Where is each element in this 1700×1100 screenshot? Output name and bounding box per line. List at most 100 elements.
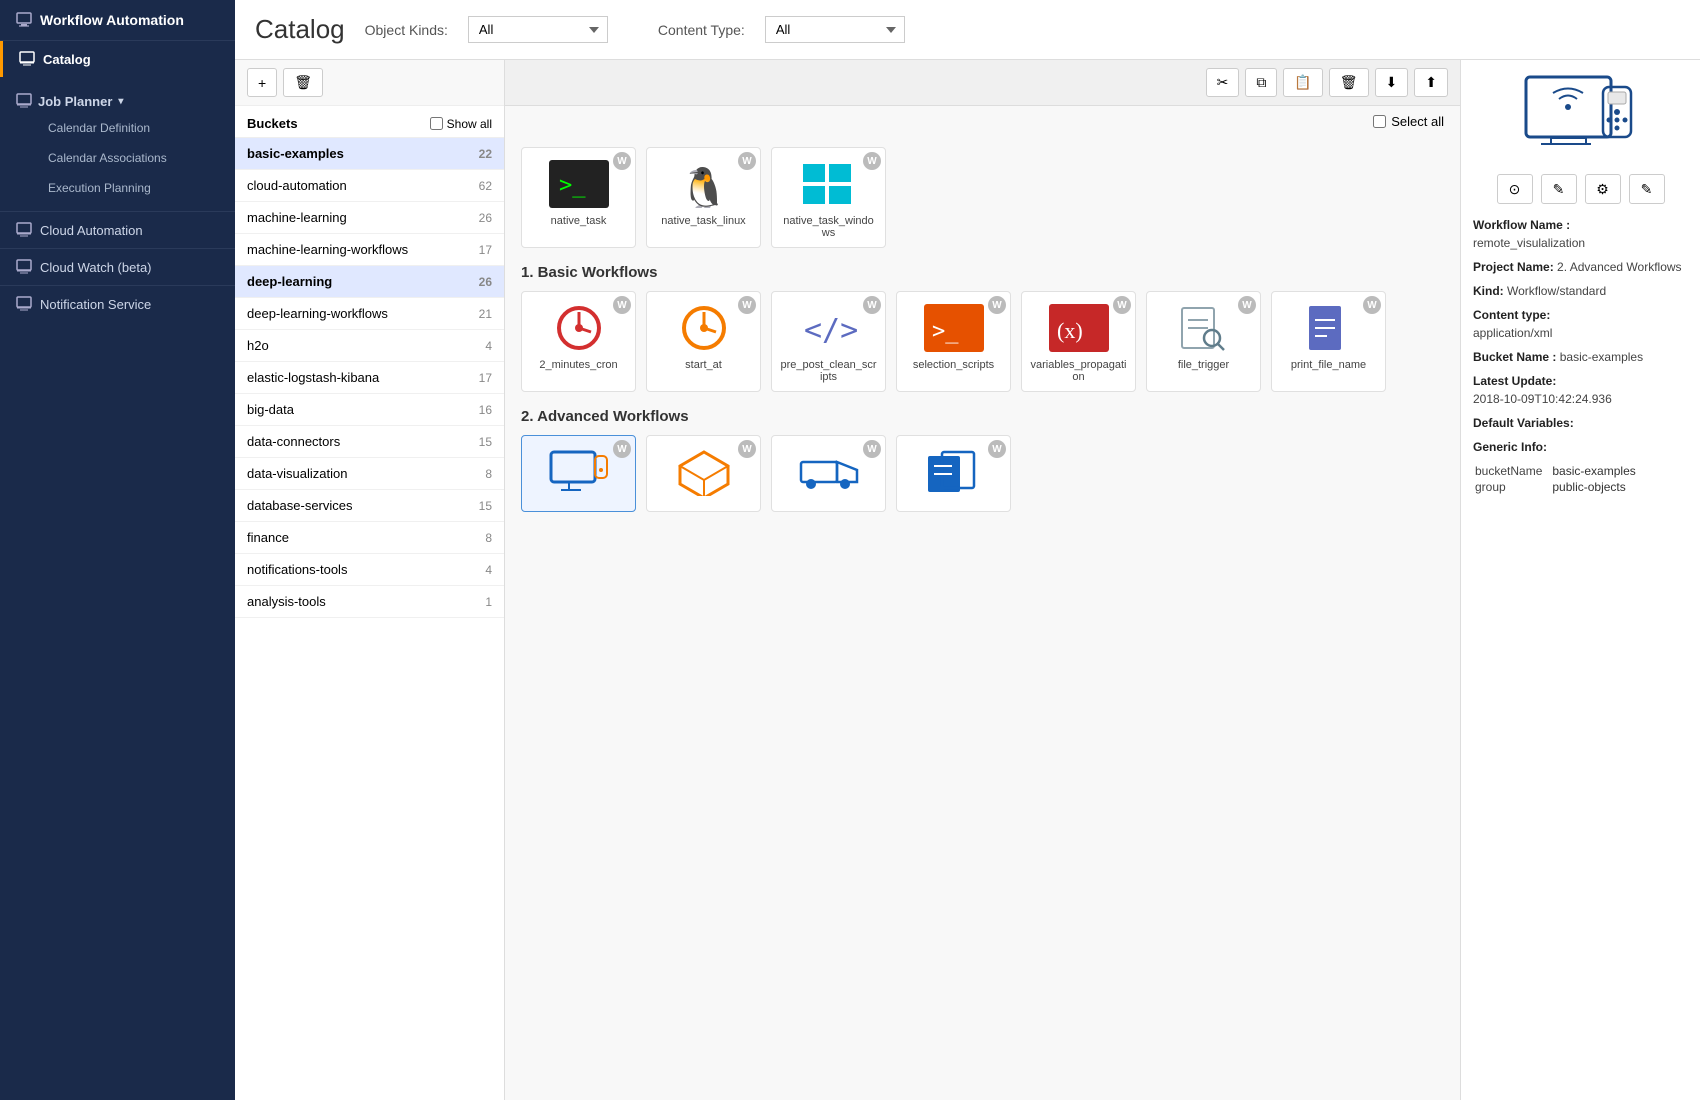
- cut-button[interactable]: ✂: [1206, 68, 1240, 97]
- notification-icon: [16, 296, 32, 312]
- buckets-title: Buckets: [247, 116, 298, 131]
- content-type-label: Content Type:: [658, 22, 745, 38]
- bucket-item[interactable]: notifications-tools4: [235, 554, 504, 586]
- detail-history-button[interactable]: ⊙: [1497, 174, 1533, 204]
- w-badge: W: [988, 296, 1006, 314]
- detail-edit-button[interactable]: ✎: [1541, 174, 1577, 204]
- add-bucket-button[interactable]: +: [247, 68, 277, 97]
- item-label: start_at: [685, 359, 722, 371]
- bucket-item[interactable]: h2o4: [235, 330, 504, 362]
- job-planner-label: Job Planner: [38, 94, 112, 109]
- w-badge: W: [988, 440, 1006, 458]
- item-label: native_task: [551, 215, 607, 227]
- copy-button[interactable]: ⧉: [1245, 68, 1277, 97]
- bucket-item[interactable]: database-services15: [235, 490, 504, 522]
- w-badge: W: [613, 440, 631, 458]
- item-icon: [794, 156, 864, 211]
- select-all-row: Select all: [505, 106, 1460, 137]
- section-1-title: 1. Basic Workflows: [521, 264, 1444, 281]
- w-badge: W: [613, 152, 631, 170]
- object-kinds-wrapper[interactable]: All Workflow Script: [468, 16, 608, 43]
- catalog-item[interactable]: W 🐧 native_task_linux: [646, 147, 761, 248]
- item-icon: (x): [1044, 300, 1114, 355]
- bucket-item[interactable]: cloud-automation62: [235, 170, 504, 202]
- item-icon: >_: [544, 156, 614, 211]
- w-badge: W: [738, 152, 756, 170]
- w-badge: W: [738, 296, 756, 314]
- catalog-panel: ✂ ⧉ 📋 🗑 ⬇ ⬆ Select all W >_ native_task …: [505, 60, 1460, 1100]
- section-1-grid: W 2_minutes_cron W start_at W </> pre_po…: [521, 291, 1444, 392]
- item-label: native_task_linux: [661, 215, 745, 227]
- bucket-item[interactable]: analysis-tools1: [235, 586, 504, 618]
- catalog-item[interactable]: W start_at: [646, 291, 761, 392]
- paste-button[interactable]: 📋: [1283, 68, 1322, 97]
- w-badge: W: [1363, 296, 1381, 314]
- catalog-icon: [19, 51, 35, 67]
- sidebar-item-execution-planning[interactable]: Execution Planning: [16, 173, 219, 203]
- bucket-item[interactable]: data-visualization8: [235, 458, 504, 490]
- bucket-item[interactable]: big-data16: [235, 394, 504, 426]
- catalog-item[interactable]: W native_task_windows: [771, 147, 886, 248]
- sidebar-item-cloud-watch[interactable]: Cloud Watch (beta): [0, 248, 235, 285]
- sidebar-item-notification-service[interactable]: Notification Service: [0, 285, 235, 322]
- detail-content-type: Content type: application/xml: [1473, 306, 1688, 342]
- main-area: Catalog Object Kinds: All Workflow Scrip…: [235, 0, 1700, 1100]
- content-type-select[interactable]: All application/xml text/x-groovy: [765, 16, 905, 43]
- item-icon: </>: [794, 300, 864, 355]
- catalog-item[interactable]: W file_trigger: [1146, 291, 1261, 392]
- notification-service-label: Notification Service: [40, 297, 151, 312]
- bucket-item[interactable]: basic-examples22: [235, 138, 504, 170]
- download-button[interactable]: ⬇: [1375, 68, 1409, 97]
- sidebar-item-calendar-definition[interactable]: Calendar Definition: [16, 113, 219, 143]
- select-all-label[interactable]: Select all: [1373, 114, 1444, 129]
- item-label: 2_minutes_cron: [539, 359, 617, 371]
- catalog-item[interactable]: W print_file_name: [1271, 291, 1386, 392]
- bucket-item[interactable]: machine-learning-workflows17: [235, 234, 504, 266]
- sidebar-item-job-planner[interactable]: Job Planner ▾: [16, 85, 219, 113]
- sidebar-item-calendar-associations[interactable]: Calendar Associations: [16, 143, 219, 173]
- catalog-item[interactable]: W (x) variables_propagation: [1021, 291, 1136, 392]
- upload-button[interactable]: ⬆: [1414, 68, 1448, 97]
- show-all-checkbox[interactable]: [430, 117, 443, 130]
- bucket-item[interactable]: finance8: [235, 522, 504, 554]
- monitor-small-icon: [16, 12, 32, 28]
- sidebar-item-catalog[interactable]: Catalog: [0, 41, 235, 77]
- show-all-label[interactable]: Show all: [430, 117, 492, 131]
- job-planner-icon: [16, 93, 32, 109]
- item-label: selection_scripts: [913, 359, 994, 371]
- content-type-wrapper[interactable]: All application/xml text/x-groovy: [765, 16, 905, 43]
- detail-settings-button[interactable]: ⚙: [1585, 174, 1621, 204]
- catalog-item[interactable]: W >_ selection_scripts: [896, 291, 1011, 392]
- catalog-item[interactable]: W: [521, 435, 636, 512]
- catalog-item[interactable]: W: [646, 435, 761, 512]
- section-2-title: 2. Advanced Workflows: [521, 408, 1444, 425]
- generic-info-table: bucketNamebasic-examplesgrouppublic-obje…: [1473, 462, 1638, 496]
- bucket-item[interactable]: elastic-logstash-kibana17: [235, 362, 504, 394]
- detail-link-button[interactable]: ✎: [1629, 174, 1665, 204]
- page-title: Catalog: [255, 14, 345, 45]
- catalog-item[interactable]: W >_ native_task: [521, 147, 636, 248]
- item-icon: [794, 444, 864, 499]
- delete-item-button[interactable]: 🗑: [1329, 68, 1369, 97]
- bucket-item[interactable]: deep-learning-workflows21: [235, 298, 504, 330]
- catalog-item[interactable]: W 2_minutes_cron: [521, 291, 636, 392]
- item-label: pre_post_clean_scripts: [780, 359, 877, 383]
- object-kinds-label: Object Kinds:: [365, 22, 448, 38]
- item-icon: [669, 300, 739, 355]
- bucket-item[interactable]: machine-learning26: [235, 202, 504, 234]
- item-icon: [1169, 300, 1239, 355]
- select-all-checkbox[interactable]: [1373, 115, 1386, 128]
- item-icon: >_: [919, 300, 989, 355]
- bucket-item[interactable]: data-connectors15: [235, 426, 504, 458]
- delete-bucket-button[interactable]: 🗑: [283, 68, 323, 97]
- w-badge: W: [613, 296, 631, 314]
- catalog-item[interactable]: W: [896, 435, 1011, 512]
- catalog-item[interactable]: W </> pre_post_clean_scripts: [771, 291, 886, 392]
- bucket-item[interactable]: deep-learning26: [235, 266, 504, 298]
- buckets-toolbar: + 🗑: [235, 60, 504, 106]
- catalog-item[interactable]: W: [771, 435, 886, 512]
- sidebar-item-cloud-automation[interactable]: Cloud Automation: [0, 211, 235, 248]
- sidebar: Workflow Automation Catalog Job Planner …: [0, 0, 235, 1100]
- object-kinds-select[interactable]: All Workflow Script: [468, 16, 608, 43]
- item-icon: [669, 444, 739, 499]
